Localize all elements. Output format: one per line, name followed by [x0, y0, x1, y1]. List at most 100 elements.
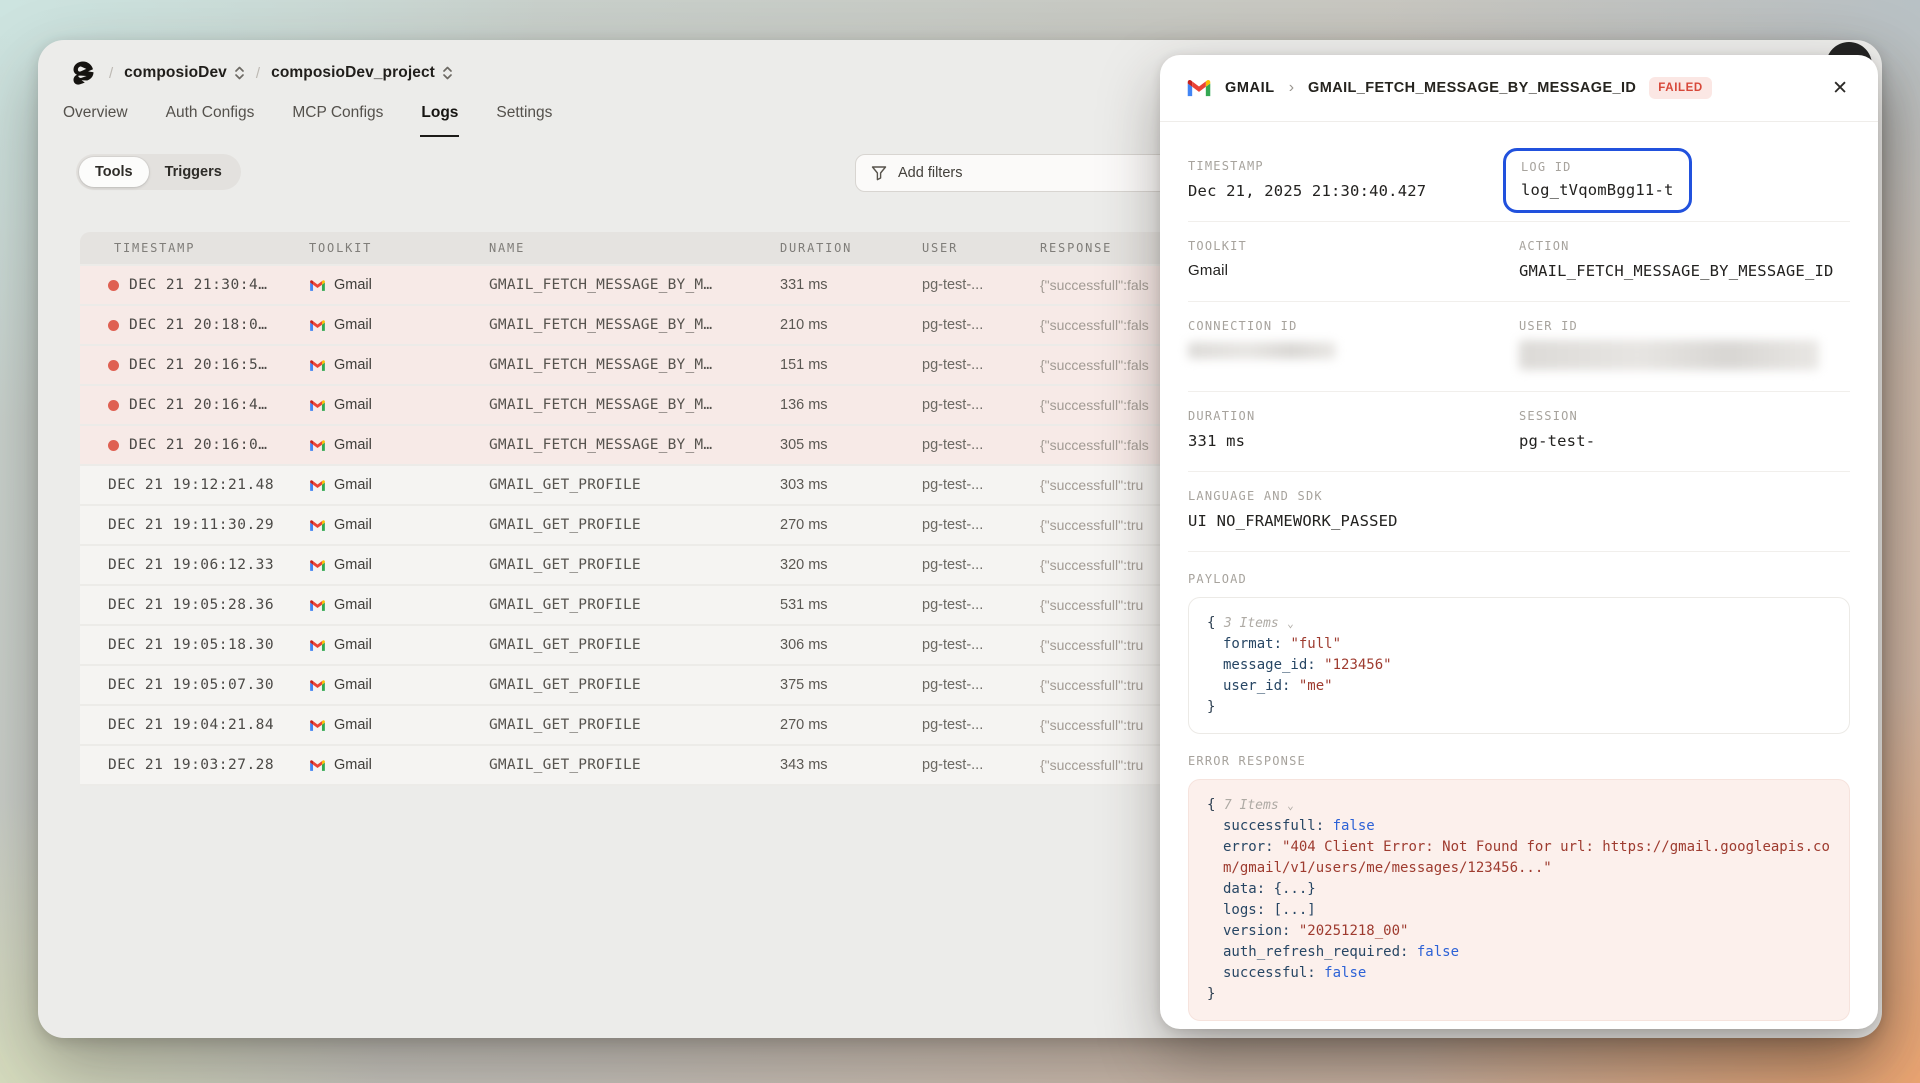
- row-toolkit: Gmail: [334, 437, 372, 453]
- row-action-name: GMAIL_GET_PROFILE: [489, 517, 780, 533]
- project-name: composioDev_project: [271, 64, 435, 82]
- row-timestamp: DEC 21 19:12:21.48: [108, 477, 274, 493]
- row-user: pg-test-...: [922, 677, 1040, 693]
- row-user: pg-test-...: [922, 597, 1040, 613]
- close-icon[interactable]: ✕: [1828, 75, 1852, 102]
- json-open-line[interactable]: { 3 Items ⌄: [1207, 613, 1831, 634]
- project-switcher[interactable]: composioDev_project: [271, 64, 453, 82]
- org-switcher[interactable]: composioDev: [124, 64, 245, 82]
- gmail-icon: [309, 719, 326, 732]
- field-value: log_tVqomBgg11-t: [1521, 181, 1674, 199]
- tab-auth-configs[interactable]: Auth Configs: [165, 98, 256, 137]
- row-user: pg-test-...: [922, 397, 1040, 413]
- toggle-tools[interactable]: Tools: [79, 157, 149, 187]
- json-items-count: 3 Items: [1224, 616, 1279, 631]
- row-duration: 306 ms: [780, 637, 922, 653]
- panel-header: GMAIL › GMAIL_FETCH_MESSAGE_BY_MESSAGE_I…: [1160, 55, 1878, 122]
- gmail-icon: [309, 439, 326, 452]
- payload-json-card: { 3 Items ⌄ format: "full" message_id: "…: [1188, 597, 1850, 734]
- gmail-icon: [309, 559, 326, 572]
- tab-settings[interactable]: Settings: [495, 98, 553, 137]
- gmail-icon: [1186, 78, 1212, 98]
- json-entry: user_id: "me": [1207, 676, 1831, 697]
- json-open-line[interactable]: { 7 Items ⌄: [1207, 795, 1831, 816]
- gmail-icon: [309, 279, 326, 292]
- field-row: CONNECTION ID USER ID: [1188, 302, 1850, 392]
- row-timestamp: DEC 21 19:05:18.30: [108, 637, 274, 653]
- field-value: GMAIL_FETCH_MESSAGE_BY_MESSAGE_ID: [1519, 262, 1850, 280]
- failed-status-dot-icon: [108, 440, 119, 451]
- column-header: USER: [922, 241, 1040, 255]
- row-duration: 270 ms: [780, 517, 922, 533]
- section-label: ERROR RESPONSE: [1188, 754, 1850, 768]
- tab-logs[interactable]: Logs: [420, 98, 459, 137]
- tab-overview[interactable]: Overview: [62, 98, 129, 137]
- panel-body: TIMESTAMP Dec 21, 2025 21:30:40.427 LOG …: [1160, 122, 1878, 1021]
- field-label: TIMESTAMP: [1188, 159, 1519, 173]
- field-value: 331 ms: [1188, 432, 1519, 450]
- row-action-name: GMAIL_FETCH_MESSAGE_BY_M…: [489, 437, 780, 453]
- json-entry: successfull: false: [1207, 816, 1831, 837]
- gmail-icon: [309, 359, 326, 372]
- row-user: pg-test-...: [922, 357, 1040, 373]
- breadcrumb-separator: /: [109, 65, 113, 82]
- row-duration: 270 ms: [780, 717, 922, 733]
- gmail-icon: [309, 519, 326, 532]
- row-user: pg-test-...: [922, 637, 1040, 653]
- field-user-id: USER ID: [1519, 319, 1850, 370]
- field-value: Gmail: [1188, 262, 1519, 279]
- field-row: TOOLKIT Gmail ACTION GMAIL_FETCH_MESSAGE…: [1188, 222, 1850, 302]
- row-action-name: GMAIL_FETCH_MESSAGE_BY_M…: [489, 357, 780, 373]
- field-label: LOG ID: [1521, 160, 1674, 174]
- field-session: SESSION pg-test-: [1519, 409, 1850, 450]
- row-action-name: GMAIL_FETCH_MESSAGE_BY_M…: [489, 277, 780, 293]
- json-close-line: }: [1207, 697, 1831, 718]
- row-timestamp: DEC 21 20:16:5…: [129, 357, 267, 373]
- row-user: pg-test-...: [922, 277, 1040, 293]
- gmail-icon: [309, 679, 326, 692]
- gmail-icon: [309, 639, 326, 652]
- row-duration: 343 ms: [780, 757, 922, 773]
- error-response-section: ERROR RESPONSE { 7 Items ⌄ successfull: …: [1188, 754, 1850, 1021]
- gmail-icon: [309, 399, 326, 412]
- breadcrumb-separator: /: [256, 65, 260, 82]
- row-user: pg-test-...: [922, 717, 1040, 733]
- row-timestamp: DEC 21 19:04:21.84: [108, 717, 274, 733]
- row-toolkit: Gmail: [334, 317, 372, 333]
- toggle-triggers[interactable]: Triggers: [149, 157, 238, 187]
- failed-status-dot-icon: [108, 320, 119, 331]
- gmail-icon: [309, 759, 326, 772]
- row-duration: 305 ms: [780, 437, 922, 453]
- field-language-sdk: LANGUAGE AND SDK UI NO_FRAMEWORK_PASSED: [1188, 489, 1850, 530]
- row-action-name: GMAIL_GET_PROFILE: [489, 637, 780, 653]
- column-header: NAME: [489, 241, 780, 255]
- field-label: LANGUAGE AND SDK: [1188, 489, 1850, 503]
- json-entry: version: "20251218_00": [1207, 921, 1831, 942]
- field-toolkit: TOOLKIT Gmail: [1188, 239, 1519, 280]
- tab-mcp-configs[interactable]: MCP Configs: [291, 98, 384, 137]
- json-entry: logs: [...]: [1207, 900, 1831, 921]
- log-id-focus-ring[interactable]: LOG ID log_tVqomBgg11-t: [1503, 148, 1692, 213]
- field-row: LANGUAGE AND SDK UI NO_FRAMEWORK_PASSED: [1188, 472, 1850, 552]
- row-timestamp: DEC 21 19:03:27.28: [108, 757, 274, 773]
- payload-section: PAYLOAD { 3 Items ⌄ format: "full" messa…: [1188, 572, 1850, 734]
- row-duration: 320 ms: [780, 557, 922, 573]
- row-user: pg-test-...: [922, 437, 1040, 453]
- filter-funnel-icon: [871, 165, 887, 181]
- field-row: TIMESTAMP Dec 21, 2025 21:30:40.427 LOG …: [1188, 142, 1850, 222]
- field-value: UI NO_FRAMEWORK_PASSED: [1188, 512, 1850, 530]
- composio-logo-icon[interactable]: [68, 58, 98, 88]
- json-entry: format: "full": [1207, 634, 1831, 655]
- add-filters-label: Add filters: [898, 165, 962, 181]
- row-user: pg-test-...: [922, 317, 1040, 333]
- row-duration: 303 ms: [780, 477, 922, 493]
- failed-status-dot-icon: [108, 400, 119, 411]
- json-entry: message_id: "123456": [1207, 655, 1831, 676]
- row-toolkit: Gmail: [334, 357, 372, 373]
- row-toolkit: Gmail: [334, 397, 372, 413]
- row-timestamp: DEC 21 20:16:4…: [129, 397, 267, 413]
- row-duration: 331 ms: [780, 277, 922, 293]
- field-value: Dec 21, 2025 21:30:40.427: [1188, 182, 1519, 200]
- field-action: ACTION GMAIL_FETCH_MESSAGE_BY_MESSAGE_ID: [1519, 239, 1850, 280]
- row-toolkit: Gmail: [334, 557, 372, 573]
